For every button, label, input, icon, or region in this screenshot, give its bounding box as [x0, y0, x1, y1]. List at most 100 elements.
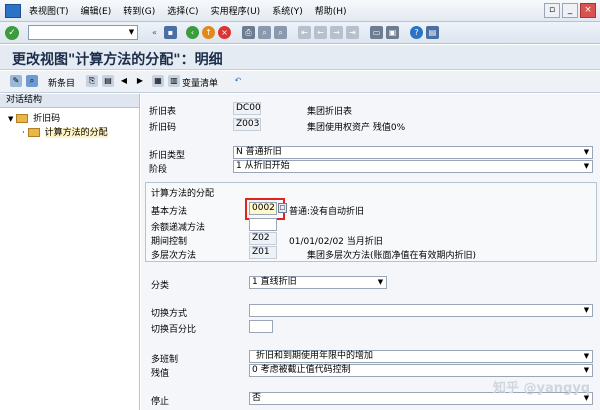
watermark: 知乎 @yangyq — [493, 381, 591, 396]
tree-item-label-selected: 计算方法的分配 — [44, 128, 108, 138]
chevron-down-icon[interactable]: ▼ — [582, 162, 591, 171]
menu-bar: 表视图(T) 编辑(E) 转到(G) 选择(C) 实用程序(U) 系统(Y) 帮… — [0, 0, 600, 22]
find-next-icon[interactable]: ⌕ — [274, 26, 287, 39]
base-method-label: 基本方法 — [151, 207, 188, 217]
change-list-button[interactable]: 变量清单 — [182, 76, 218, 89]
restore-icon[interactable]: ▫ — [544, 3, 560, 18]
command-field[interactable] — [28, 25, 138, 40]
period-control-label: 期间控制 — [151, 237, 188, 247]
dep-type-label: 折旧类型 — [149, 151, 186, 161]
chevron-down-icon[interactable]: ▼ — [582, 306, 591, 315]
base-method-desc: 普通:没有自动折旧 — [289, 207, 365, 217]
depreciation-table-label: 折旧表 — [149, 107, 177, 117]
sap-logo-icon[interactable] — [5, 3, 21, 18]
depreciation-key-desc: 集团使用权资产 残值0% — [307, 123, 406, 133]
chevron-down-icon[interactable]: ▼ — [582, 352, 591, 361]
multishift-value: 折旧和到期使用年限中的增加 — [256, 351, 374, 361]
standard-toolbar: ✓ ▼ « ▪ ‹ ↑ × ⎙ ⌕ ⌕ ⇤ ← → ⇥ ▭ ▣ ? ▤ — [0, 22, 600, 44]
command-dropdown-icon[interactable]: ▼ — [126, 26, 137, 39]
previous-entry-icon[interactable]: ◀ — [118, 75, 130, 87]
class-value: 1 直线折旧 — [252, 277, 297, 287]
switch-percent-field[interactable] — [249, 320, 273, 333]
enter-check-icon[interactable]: ✓ — [5, 26, 19, 40]
last-page-icon[interactable]: ⇥ — [346, 26, 359, 39]
depreciation-table-field: DC00 — [233, 102, 261, 115]
menu-goto[interactable]: 转到(G) — [123, 4, 155, 17]
page-title: 更改视图"计算方法的分配"：明细 — [12, 52, 223, 68]
menu-system[interactable]: 系统(Y) — [272, 4, 303, 17]
dep-type-value: N 普通折旧 — [236, 147, 282, 157]
delete-icon[interactable]: ▤ — [102, 75, 114, 87]
search-help-icon[interactable]: □ — [278, 203, 287, 213]
triangle-down-icon[interactable]: ▼ — [8, 115, 13, 123]
tree-item-label: 折旧码 — [33, 114, 61, 124]
multishift-label: 多班制 — [151, 355, 179, 365]
residual-dropdown[interactable]: 0 考虑被截止值代码控制 ▼ — [249, 364, 593, 377]
layout-icon[interactable]: ▤ — [426, 26, 439, 39]
next-page-icon[interactable]: → — [330, 26, 343, 39]
menu-help[interactable]: 帮助(H) — [315, 4, 347, 17]
declining-method-label: 余额递减方法 — [151, 223, 206, 233]
first-page-icon[interactable]: ⇤ — [298, 26, 311, 39]
switch-percent-label: 切换百分比 — [151, 325, 197, 335]
switch-method-label: 切换方式 — [151, 309, 188, 319]
print-icon[interactable]: ⎙ — [242, 26, 255, 39]
class-dropdown[interactable]: 1 直线折旧 ▼ — [249, 276, 387, 289]
save-icon[interactable]: ▪ — [164, 26, 177, 39]
find-icon[interactable]: ⌕ — [258, 26, 271, 39]
new-entries-button[interactable]: 新条目 — [48, 76, 75, 89]
detail-area: 折旧表 DC00 集团折旧表 折旧码 Z003 集团使用权资产 残值0% 折旧类… — [141, 94, 600, 410]
depreciation-key-field: Z003 — [233, 118, 261, 131]
multishift-dropdown[interactable]: 折旧和到期使用年限中的增加 ▼ — [249, 350, 593, 363]
new-session-icon[interactable]: ▭ — [370, 26, 383, 39]
depreciation-table-desc: 集团折旧表 — [307, 107, 353, 117]
declining-method-field[interactable] — [249, 218, 277, 231]
change-list-icon[interactable]: ▥ — [168, 75, 180, 87]
residual-value: 0 考虑被截止值代码控制 — [252, 365, 351, 375]
chevron-down-icon[interactable]: ▼ — [582, 366, 591, 375]
multilevel-method-label: 多层次方法 — [151, 251, 197, 261]
menu-selection[interactable]: 选择(C) — [167, 4, 198, 17]
menu-edit[interactable]: 编辑(E) — [81, 4, 112, 17]
shutdown-value: 否 — [252, 393, 262, 403]
copy-icon[interactable]: ⎘ — [86, 75, 98, 87]
back-icon[interactable]: ‹ — [186, 26, 199, 39]
title-bar: 更改视图"计算方法的分配"：明细 — [0, 45, 600, 70]
folder-open-icon — [27, 128, 40, 137]
undo-icon[interactable]: ↶ — [232, 75, 244, 87]
bullet-icon: · — [22, 128, 25, 138]
display-change-icon[interactable]: ✎ — [10, 75, 22, 87]
exit-icon[interactable]: ↑ — [202, 26, 215, 39]
other-entry-icon[interactable]: ⌕ — [26, 75, 38, 87]
window-controls: ▫ _ × — [544, 3, 596, 18]
list-icon[interactable]: ▦ — [152, 75, 164, 87]
chevron-down-icon[interactable]: ▼ — [376, 278, 385, 287]
period-control-field[interactable]: Z02 — [249, 232, 277, 245]
menu-table-view[interactable]: 表视图(T) — [29, 4, 69, 17]
phase-label: 阶段 — [149, 165, 168, 175]
dep-type-dropdown[interactable]: N 普通折旧 ▼ — [233, 146, 593, 159]
folder-icon — [16, 114, 29, 123]
cancel-icon[interactable]: × — [218, 26, 231, 39]
minimize-icon[interactable]: _ — [562, 3, 578, 18]
multilevel-method-field[interactable]: Z01 — [249, 246, 277, 259]
dialog-structure-panel: 对话结构 ▼ 折旧码 · 计算方法的分配 — [0, 94, 140, 410]
multilevel-method-desc: 集团多层次方法(账面净值在有效期内折旧) — [307, 251, 477, 261]
period-control-desc: 01/01/02/02 当月折旧 — [289, 237, 383, 247]
depreciation-key-label: 折旧码 — [149, 123, 177, 133]
help-icon[interactable]: ? — [410, 26, 423, 39]
chevron-down-icon[interactable]: ▼ — [582, 148, 591, 157]
next-entry-icon[interactable]: ▶ — [134, 75, 146, 87]
tree-item-method-assignment[interactable]: · 计算方法的分配 — [22, 126, 108, 140]
back-arrows-icon[interactable]: « — [148, 26, 161, 39]
switch-method-dropdown[interactable]: ▼ — [249, 304, 593, 317]
residual-label: 残值 — [151, 369, 170, 379]
phase-dropdown[interactable]: 1 从折旧开始 ▼ — [233, 160, 593, 173]
dialog-structure-header: 对话结构 — [0, 94, 139, 108]
tree-item-depreciation-key[interactable]: ▼ 折旧码 — [8, 112, 60, 126]
close-icon[interactable]: × — [580, 3, 596, 18]
shortcut-icon[interactable]: ▣ — [386, 26, 399, 39]
menu-utilities[interactable]: 实用程序(U) — [211, 4, 261, 17]
previous-page-icon[interactable]: ← — [314, 26, 327, 39]
class-label: 分类 — [151, 281, 170, 291]
